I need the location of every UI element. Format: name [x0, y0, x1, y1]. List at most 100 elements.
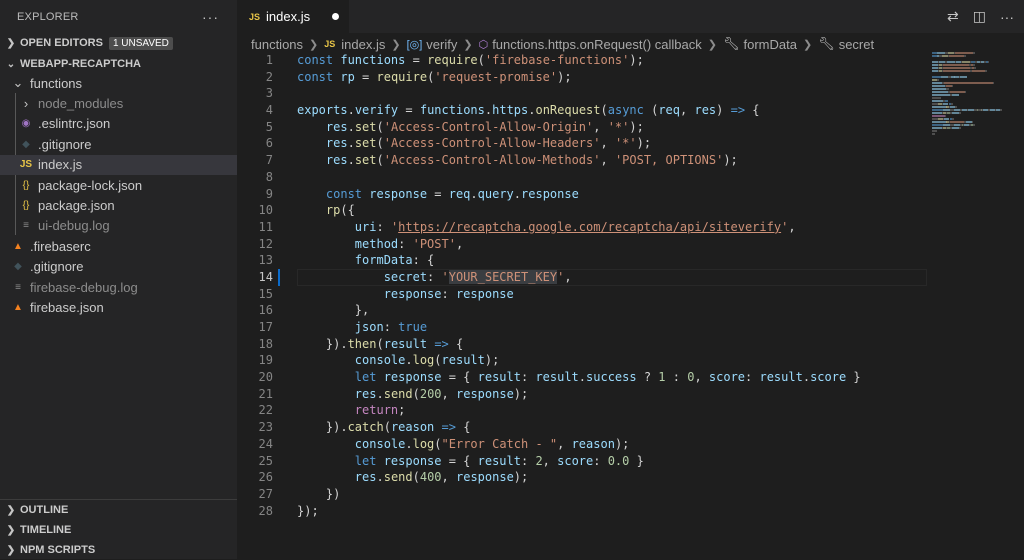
- code-line[interactable]: 15 response: response: [237, 286, 937, 303]
- code-token: :: [412, 253, 428, 268]
- wrench-icon: 🔧︎: [722, 36, 740, 51]
- breadcrumb: functions ❯ JS index.js ❯ [◎] verify ❯ ⬡…: [237, 34, 1024, 54]
- minimap-line: [932, 97, 1012, 99]
- code-editor[interactable]: 1 const functions = require('firebase-fun…: [237, 52, 937, 519]
- tree-item[interactable]: ▲ firebase.json: [0, 297, 237, 317]
- tree-item[interactable]: ≡ ui-debug.log: [0, 216, 237, 236]
- code-text: });: [297, 503, 319, 520]
- code-line[interactable]: 22 return;: [237, 402, 937, 419]
- code-line[interactable]: 28});: [237, 503, 937, 520]
- code-line[interactable]: 21 res.send(200, response);: [237, 386, 937, 403]
- code-line[interactable]: 16 },: [237, 302, 937, 319]
- breadcrumb-index-js[interactable]: index.js: [341, 37, 385, 52]
- tree-item[interactable]: ◆ .gitignore: [0, 257, 237, 277]
- code-line[interactable]: 17 json: true: [237, 319, 937, 336]
- split-editor-icon[interactable]: ◫: [973, 8, 986, 25]
- project-section[interactable]: ⌄ WEBAPP-RECAPTCHA: [0, 54, 237, 74]
- code-token: );: [484, 353, 500, 368]
- section-npm-scripts[interactable]: ❯ NPM SCRIPTS: [0, 540, 237, 560]
- tree-item-label: .gitignore: [30, 259, 84, 275]
- code-line[interactable]: 13 formData: {: [237, 252, 937, 269]
- open-changes-icon[interactable]: ⇄: [947, 8, 959, 25]
- code-token: ': [557, 269, 565, 284]
- tab-index-js[interactable]: JS index.js: [237, 0, 349, 33]
- tree-item-label: functions: [30, 75, 83, 91]
- tree-item[interactable]: › node_modules: [0, 93, 237, 113]
- minimap-segment: [932, 112, 942, 114]
- tree-item[interactable]: {} package-lock.json: [0, 175, 237, 195]
- code-token: =>: [441, 420, 456, 435]
- code-token: );: [513, 470, 529, 485]
- tree-item[interactable]: ◉ .eslintrc.json: [0, 114, 237, 134]
- code-line[interactable]: 3: [237, 85, 937, 102]
- code-line[interactable]: 1 const functions = require('firebase-fun…: [237, 52, 937, 69]
- code-line[interactable]: 11 uri: 'https://recaptcha.google.com/re…: [237, 219, 937, 236]
- more-actions-icon[interactable]: ···: [1000, 9, 1014, 25]
- tree-item[interactable]: ◆ .gitignore: [0, 134, 237, 154]
- code-text: response: response: [297, 286, 514, 303]
- breadcrumb-formdata[interactable]: formData: [743, 37, 796, 52]
- log-icon: ≡: [15, 281, 21, 293]
- code-token: rp: [340, 69, 355, 84]
- minimap-segment: [965, 91, 967, 93]
- code-token: res: [297, 470, 377, 485]
- tree-item[interactable]: JS index.js: [0, 154, 237, 175]
- code-line[interactable]: 10 rp({: [237, 202, 937, 219]
- code-line[interactable]: 7 res.set('Access-Control-Allow-Methods'…: [237, 152, 937, 169]
- breadcrumb-verify[interactable]: verify: [426, 37, 457, 52]
- breadcrumb-callback[interactable]: functions.https.onRequest() callback: [492, 37, 702, 52]
- code-line[interactable]: 25 let response = { result: 2, score: 0.…: [237, 453, 937, 470]
- code-line[interactable]: 8: [237, 169, 937, 186]
- code-token: 400: [419, 470, 442, 485]
- code-token: ,: [557, 436, 572, 451]
- code-text: secret: 'YOUR_SECRET_KEY',: [297, 269, 572, 286]
- code-token: exports: [297, 103, 348, 118]
- code-line[interactable]: 9 const response = req.query.response: [237, 186, 937, 203]
- minimap-segment: [932, 97, 941, 99]
- code-line[interactable]: 23 }).catch(reason => {: [237, 419, 937, 436]
- code-token: 'request-promise': [434, 69, 558, 84]
- code-token: (: [376, 336, 384, 351]
- open-editors-section[interactable]: ❯ OPEN EDITORS 1 UNSAVED: [0, 33, 237, 53]
- minimap-segment: [959, 76, 968, 78]
- code-line[interactable]: 2 const rp = require('request-promise');: [237, 69, 937, 86]
- unsaved-dot-icon[interactable]: [332, 13, 340, 20]
- tree-item[interactable]: {} package.json: [0, 195, 237, 215]
- code-token: (: [643, 103, 659, 118]
- breadcrumb-secret[interactable]: secret: [839, 37, 874, 52]
- code-token: = {: [441, 453, 478, 468]
- section-outline[interactable]: ❯ OUTLINE: [0, 500, 237, 520]
- chevron-right-icon: ❯: [6, 544, 16, 556]
- code-token: (: [376, 136, 384, 151]
- line-number: 13: [258, 253, 273, 268]
- code-line[interactable]: 19 console.log(result);: [237, 352, 937, 369]
- minimap-segment: [932, 124, 943, 126]
- code-line[interactable]: 26 res.send(400, response);: [237, 469, 937, 486]
- line-number: 25: [258, 453, 273, 468]
- code-line[interactable]: 27 }): [237, 486, 937, 503]
- code-token: 0.0: [607, 453, 630, 468]
- tree-item[interactable]: ≡ firebase-debug.log: [0, 277, 237, 297]
- code-line[interactable]: 24 console.log("Error Catch - ", reason)…: [237, 436, 937, 453]
- minimap[interactable]: [932, 52, 1012, 172]
- minimap-segment: [932, 94, 950, 96]
- line-number: 17: [258, 320, 273, 334]
- more-actions-icon[interactable]: ···: [202, 9, 219, 25]
- code-token: set: [354, 153, 377, 168]
- code-line[interactable]: 14 secret: 'YOUR_SECRET_KEY',: [237, 268, 937, 286]
- code-line[interactable]: 18 }).then(result => {: [237, 336, 937, 353]
- tree-item[interactable]: ⌄ functions: [0, 73, 237, 93]
- breadcrumb-functions[interactable]: functions: [251, 37, 303, 52]
- section-timeline[interactable]: ❯ TIMELINE: [0, 520, 237, 540]
- code-line[interactable]: 5 res.set('Access-Control-Allow-Origin',…: [237, 119, 937, 136]
- code-token: set: [354, 119, 377, 134]
- code-token: https://recaptcha.google.com/recaptcha/a…: [398, 219, 782, 234]
- code-line[interactable]: 20 let response = { result: result.succe…: [237, 369, 937, 386]
- code-line[interactable]: 6 res.set('Access-Control-Allow-Headers'…: [237, 135, 937, 152]
- minimap-segment: [932, 100, 943, 102]
- code-line[interactable]: 4 exports.verify = functions.https.onRequ…: [237, 102, 937, 119]
- code-token: {: [745, 103, 760, 118]
- code-line[interactable]: 12 method: 'POST',: [237, 236, 937, 253]
- tree-item[interactable]: ▲ .firebaserc: [0, 236, 237, 256]
- code-token: '*': [607, 119, 630, 134]
